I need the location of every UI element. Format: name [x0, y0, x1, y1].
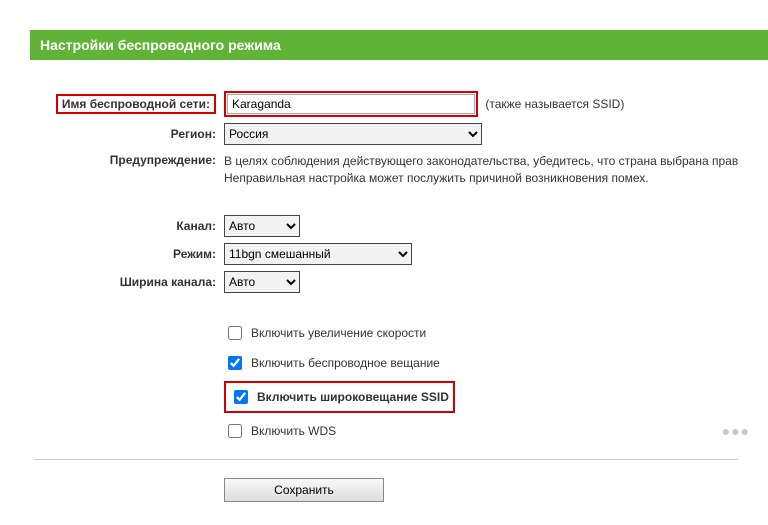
region-label: Регион:: [30, 120, 220, 148]
mode-label: Режим:: [30, 240, 220, 268]
wireless-broadcast-checkbox[interactable]: [228, 356, 242, 370]
channel-label: Канал:: [30, 212, 220, 240]
ssid-broadcast-checkbox[interactable]: [234, 390, 248, 404]
ssid-broadcast-label: Включить широковещание SSID: [257, 390, 449, 404]
wds-checkbox[interactable]: [228, 424, 242, 438]
speed-boost-label: Включить увеличение скорости: [251, 326, 426, 340]
page-title: Настройки беспроводного режима: [30, 30, 768, 60]
mode-select[interactable]: 11bgn смешанный: [224, 243, 412, 265]
save-button[interactable]: Сохранить: [224, 478, 384, 502]
width-select[interactable]: Авто: [224, 271, 300, 293]
wds-label: Включить WDS: [251, 424, 336, 438]
ssid-input[interactable]: [227, 94, 475, 114]
channel-select[interactable]: Авто: [224, 215, 300, 237]
ellipsis-icon: ●●●: [722, 423, 750, 439]
region-select[interactable]: Россия: [224, 123, 482, 145]
wireless-broadcast-label: Включить беспроводное вещание: [251, 356, 440, 370]
warning-label: Предупреждение:: [30, 148, 220, 190]
ssid-label: Имя беспроводной сети:: [56, 94, 216, 114]
width-label: Ширина канала:: [30, 268, 220, 296]
warning-text-1: В целях соблюдения действующего законода…: [224, 153, 738, 170]
warning-text-2: Неправильная настройка может послужить п…: [224, 170, 738, 187]
speed-boost-checkbox[interactable]: [228, 326, 242, 340]
ssid-hint: (также называется SSID): [481, 97, 624, 111]
